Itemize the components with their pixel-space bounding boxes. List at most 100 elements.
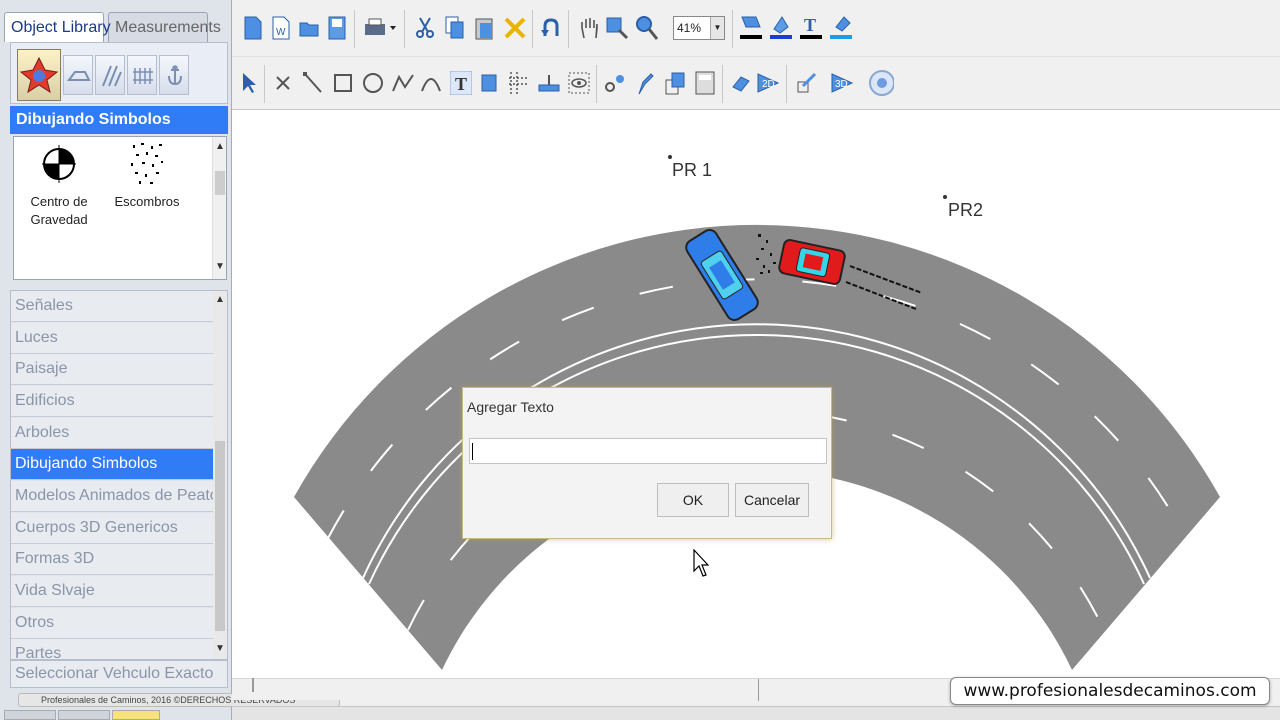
chevron-down-icon: ▼ [710, 17, 724, 39]
scroll-thumb[interactable] [758, 679, 764, 701]
svg-text:2D: 2D [762, 79, 775, 90]
category-item-formas-3d[interactable]: Formas 3D [11, 544, 213, 575]
3d-view-icon: 3D [831, 73, 854, 93]
scroll-thumb[interactable] [215, 171, 225, 195]
category-item-otros[interactable]: Otros [11, 608, 213, 639]
anchor-category-button[interactable] [159, 55, 189, 95]
bottom-tab[interactable] [4, 710, 56, 720]
category-list-scrollbar[interactable]: ▲ ▼ [213, 291, 227, 659]
symbol-gallery-scrollbar[interactable]: ▲ ▼ [212, 137, 226, 279]
rotate-tool-button[interactable] [794, 67, 820, 99]
erase-tool-button[interactable] [728, 67, 754, 99]
eye-icon [568, 72, 590, 94]
text-tool-button[interactable]: T [448, 67, 474, 99]
open-file-button[interactable] [296, 12, 322, 44]
brush-icon [638, 73, 654, 95]
pan-button[interactable] [576, 12, 602, 44]
new-file-button[interactable] [240, 12, 266, 44]
word-doc-icon: W [272, 16, 290, 40]
delete-button[interactable] [502, 12, 528, 44]
line-tool-button[interactable] [300, 67, 326, 99]
save-button[interactable] [324, 12, 350, 44]
scroll-up-icon[interactable]: ▲ [215, 294, 225, 305]
category-item-peatones[interactable]: Modelos Animados de Peatones [11, 481, 213, 512]
cut-button[interactable] [412, 12, 438, 44]
calculator-tool-button[interactable] [692, 67, 718, 99]
pr2-label[interactable]: PR2 [948, 200, 983, 221]
road-icon [102, 65, 122, 87]
undo-button[interactable] [538, 12, 564, 44]
copy-icon [445, 16, 464, 39]
orbit-view-button[interactable] [868, 67, 894, 99]
paste-button[interactable] [472, 12, 498, 44]
pointer-arrow-icon [243, 73, 256, 93]
symbols-category-button[interactable] [17, 49, 61, 101]
toolbar-separator [596, 65, 597, 103]
crosswalk-icon [133, 68, 153, 84]
toolbar-separator [264, 65, 265, 103]
category-item-paisaje[interactable]: Paisaje [11, 354, 213, 385]
bottom-tab[interactable] [58, 710, 110, 720]
category-item-senales[interactable]: Señales [11, 291, 213, 322]
vehicles-category-button[interactable] [63, 55, 93, 95]
zoom-window-button[interactable] [604, 12, 630, 44]
category-item-vida-salvaje[interactable]: Vida Slvaje [11, 576, 213, 607]
highlight-button[interactable] [828, 12, 854, 44]
roads-category-button[interactable] [95, 55, 125, 95]
fill-color-button[interactable] [768, 12, 794, 44]
category-item-partes[interactable]: Partes [11, 639, 213, 659]
scroll-up-icon[interactable]: ▲ [215, 141, 225, 152]
status-bar [232, 706, 1280, 720]
scroll-thumb[interactable] [215, 441, 225, 631]
print-button[interactable] [360, 12, 400, 44]
zoom-select[interactable]: 41% ▼ [673, 16, 725, 40]
cancel-button[interactable]: Cancelar [735, 483, 809, 517]
tab-object-library[interactable]: Object Library [4, 12, 111, 42]
scroll-down-icon[interactable]: ▼ [215, 261, 225, 272]
vehicle-icon [67, 71, 91, 81]
arc-tool-button[interactable] [418, 67, 444, 99]
eraser-icon [732, 76, 750, 92]
view-2d-button[interactable]: 2D [756, 67, 782, 99]
node-tool-button[interactable] [602, 67, 628, 99]
category-item-edificios[interactable]: Edificios [11, 386, 213, 417]
symbol-debris[interactable]: Escombros [102, 141, 192, 211]
tab-measurements[interactable]: Measurements [108, 12, 221, 42]
ok-button[interactable]: OK [657, 483, 729, 517]
pr1-label[interactable]: PR 1 [672, 160, 712, 181]
circle-tool-button[interactable] [360, 67, 386, 99]
zoom-button[interactable] [634, 12, 660, 44]
word-export-button[interactable]: W [268, 12, 294, 44]
text-input[interactable] [469, 438, 827, 464]
view-3d-button[interactable]: 3D [830, 67, 856, 99]
polyline-tool-button[interactable] [390, 67, 416, 99]
text-color-button[interactable]: T [798, 12, 824, 44]
point-tool-button[interactable] [270, 67, 296, 99]
add-text-dialog: Agregar Texto OK Cancelar [462, 387, 832, 539]
polyline-icon [392, 74, 414, 92]
measure-tool-button[interactable] [536, 67, 562, 99]
rectangle-tool-button[interactable] [330, 67, 356, 99]
view-tool-button[interactable] [566, 67, 592, 99]
symbol-center-of-gravity[interactable]: Centro de Gravedad [14, 141, 104, 229]
undo-icon [541, 18, 559, 36]
select-tool-button[interactable] [236, 67, 262, 99]
scroll-down-icon[interactable]: ▼ [215, 643, 225, 654]
calculator-icon [695, 71, 715, 95]
grid-tool-button[interactable] [506, 67, 532, 99]
bottom-tab-active[interactable] [112, 710, 160, 720]
measure-icon [538, 75, 560, 92]
category-item-dibujando-simbolos[interactable]: Dibujando Simbolos [11, 449, 213, 480]
svg-text:W: W [276, 27, 286, 38]
category-item-cuerpos-3d[interactable]: Cuerpos 3D Genericos [11, 513, 213, 544]
layer-tool-button[interactable] [662, 67, 688, 99]
select-exact-vehicle-button[interactable]: Seleccionar Vehculo Exacto [10, 660, 228, 688]
crosswalk-category-button[interactable] [127, 55, 157, 95]
paint-tool-button[interactable] [632, 67, 658, 99]
category-item-luces[interactable]: Luces [11, 323, 213, 354]
pr2-marker [943, 195, 947, 199]
copy-button[interactable] [442, 12, 468, 44]
category-item-arboles[interactable]: Arboles [11, 418, 213, 449]
line-style-button[interactable] [738, 12, 764, 44]
dimension-tool-button[interactable] [476, 67, 502, 99]
